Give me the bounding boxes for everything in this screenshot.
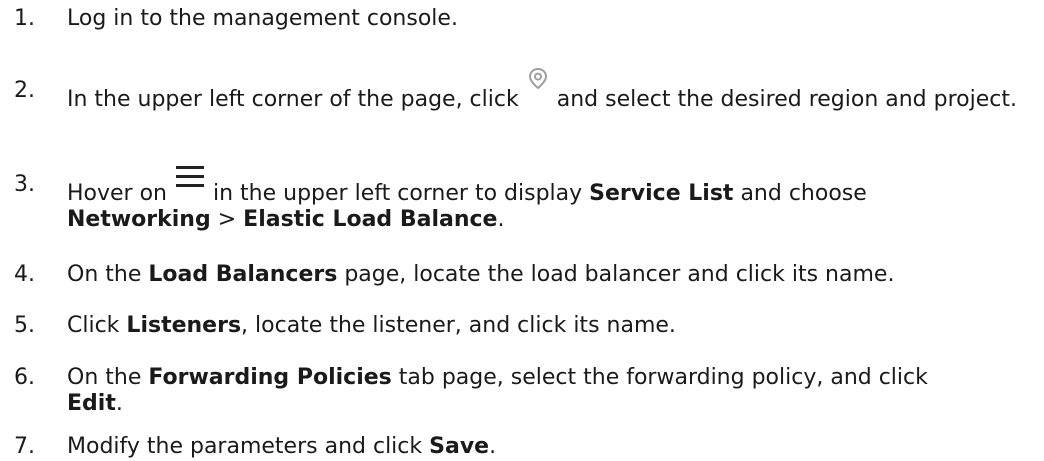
step-text: Click Listeners, locate the listener, an… <box>67 313 1027 339</box>
step-text: Modify the parameters and click Save. <box>67 434 1027 460</box>
step-text-part: Click <box>67 313 120 338</box>
step-text-part: On the <box>67 262 142 287</box>
step-text: Hover on in the upper left corner to disp… <box>67 166 1027 233</box>
step-text-bold: Listeners <box>126 313 242 338</box>
step-text-part: Modify the parameters and click <box>67 434 423 459</box>
step-text-part: , locate the listener, and click its nam… <box>241 313 676 338</box>
hamburger-menu-icon <box>175 162 205 192</box>
step-text-part: > <box>217 207 237 232</box>
step-text-part: . <box>497 207 505 232</box>
step-text-part: and select the desired region and projec… <box>556 87 1017 112</box>
step-text-part: tab page, select the forwarding policy, … <box>398 365 928 390</box>
step-text: On the Load Balancers page, locate the l… <box>67 262 1027 288</box>
step-number: 2. <box>14 78 35 103</box>
step-text-part: On the <box>67 365 142 390</box>
step-text: Log in to the management console. <box>67 6 1027 32</box>
step-text-bold: Service List <box>589 181 734 206</box>
step-text-part: and choose <box>740 181 867 206</box>
step-text-part: . <box>115 391 123 416</box>
step-text-bold: Networking <box>67 207 211 232</box>
step-number: 6. <box>14 365 35 390</box>
step-number: 4. <box>14 262 35 287</box>
step-text-part: Hover on <box>67 181 167 206</box>
step-text-bold: Edit <box>67 391 116 416</box>
step-text-part: page, locate the load balancer and click… <box>344 262 895 287</box>
step-number: 5. <box>14 313 35 338</box>
step-text-bold: Forwarding Policies <box>148 365 392 390</box>
step-text-bold: Elastic Load Balance <box>243 207 498 232</box>
step-number: 3. <box>14 172 35 197</box>
step-text: In the upper left corner of the page, cl… <box>67 67 1027 113</box>
step-text-part: In the upper left corner of the page, cl… <box>67 87 519 112</box>
step-text-bold: Save <box>429 434 490 459</box>
step-text-part: . <box>489 434 497 459</box>
step-text-part: in the upper left corner to display <box>213 181 583 206</box>
step-text-bold: Load Balancers <box>148 262 338 287</box>
step-text: On the Forwarding Policies tab page, sel… <box>67 365 1027 417</box>
step-text-part: Log in to the management console. <box>67 6 458 31</box>
step-number: 1. <box>14 6 35 31</box>
location-pin-icon <box>527 66 549 96</box>
step-number: 7. <box>14 434 35 459</box>
